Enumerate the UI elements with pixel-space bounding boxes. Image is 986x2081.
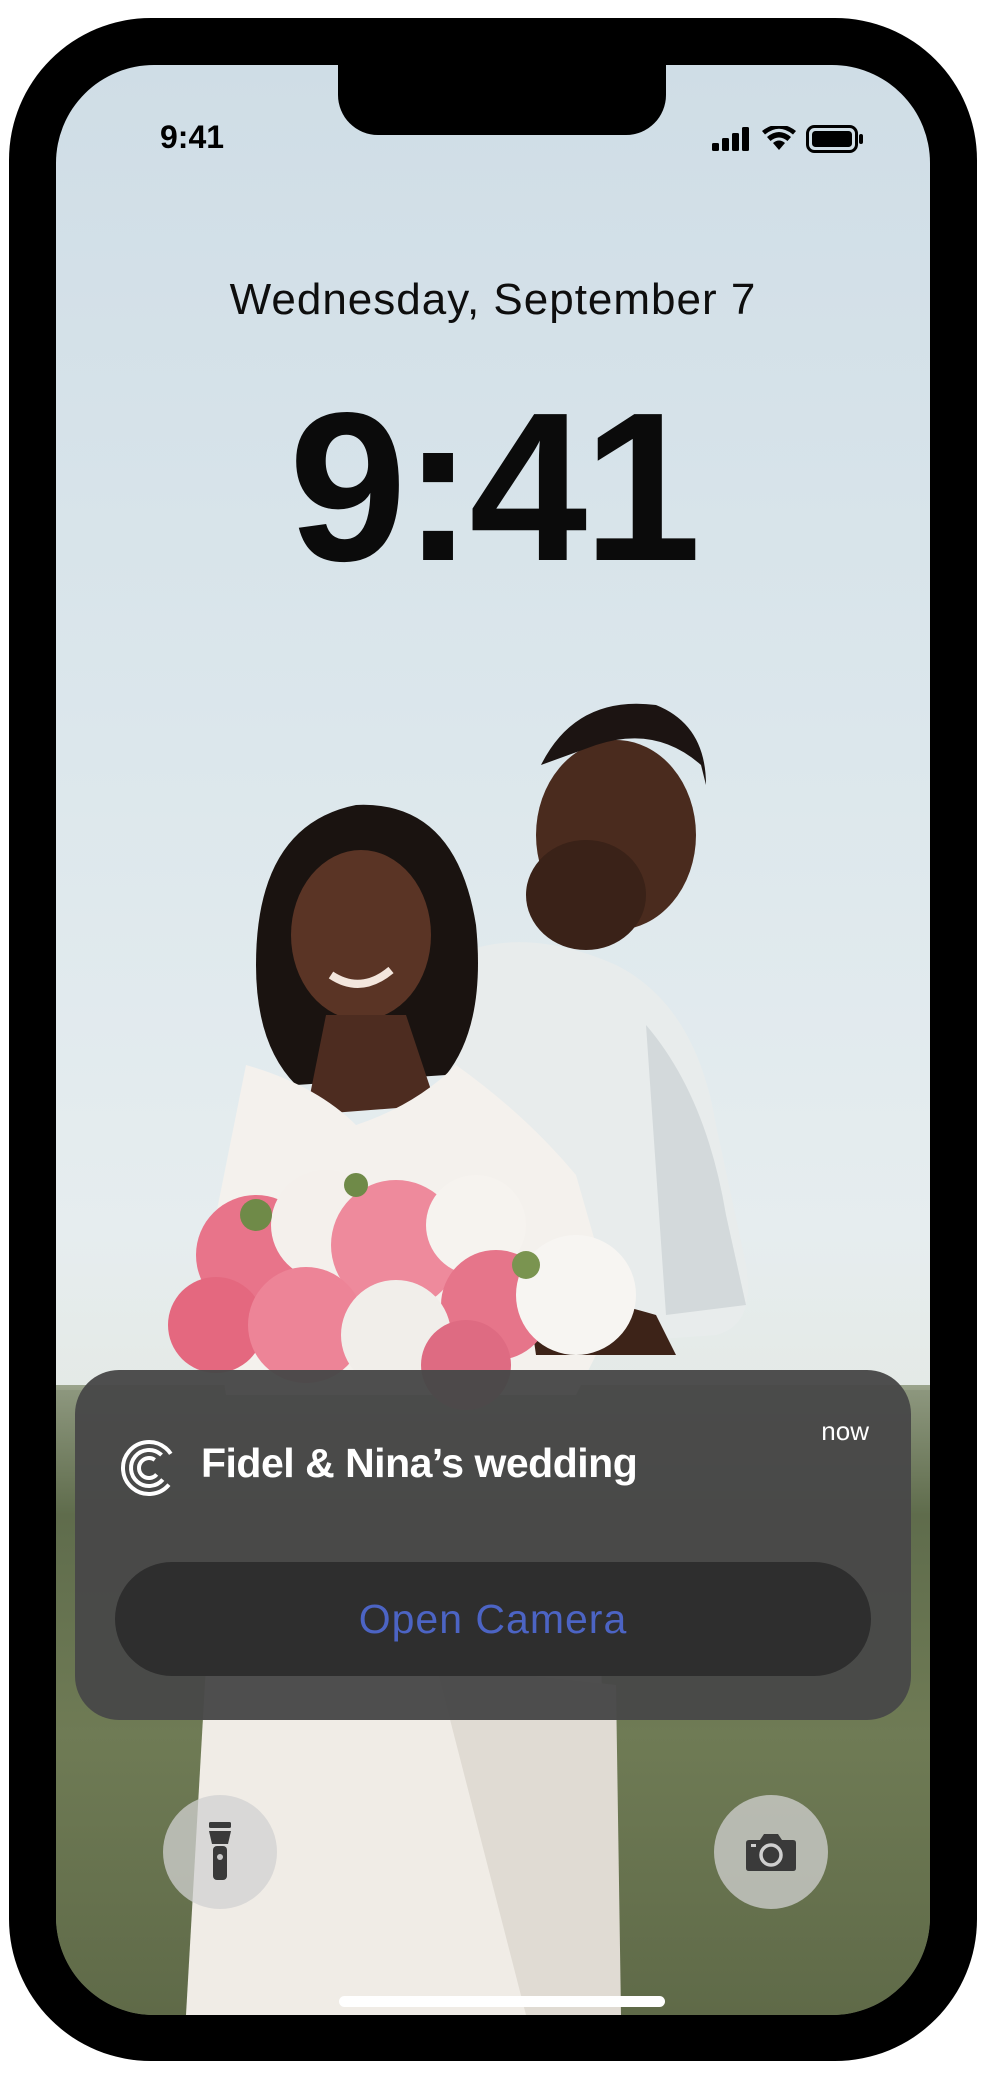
wifi-icon <box>762 126 796 150</box>
camera-app-logo-icon <box>121 1440 177 1496</box>
status-bar-icons <box>712 125 864 153</box>
notification-timestamp: now <box>821 1416 869 1446</box>
open-camera-button[interactable]: Open Camera <box>115 1562 871 1676</box>
phone-frame: 9:41 Wednesday, September 7 9:41 Fidel &… <box>9 18 977 2061</box>
lock-screen-date: Wednesday, September 7 <box>229 275 757 324</box>
flashlight-icon <box>209 1822 231 1880</box>
notification-card[interactable]: Fidel & Nina’s wedding now Open Camera <box>75 1370 911 1720</box>
status-bar-time: 9:41 <box>160 119 225 155</box>
home-indicator[interactable] <box>339 1996 665 2007</box>
camera-icon <box>746 1834 796 1871</box>
camera-button[interactable] <box>714 1795 828 1909</box>
notification-title: Fidel & Nina’s wedding <box>201 1440 638 1486</box>
open-camera-label: Open Camera <box>358 1595 628 1642</box>
wallpaper-photo <box>168 703 748 2015</box>
cellular-signal-icon <box>712 127 749 151</box>
battery-icon <box>806 125 863 153</box>
lock-screen: 9:41 Wednesday, September 7 9:41 Fidel &… <box>56 65 930 2015</box>
notch <box>338 65 666 135</box>
lock-screen-clock: 9:41 <box>288 368 701 605</box>
flashlight-button[interactable] <box>163 1795 277 1909</box>
